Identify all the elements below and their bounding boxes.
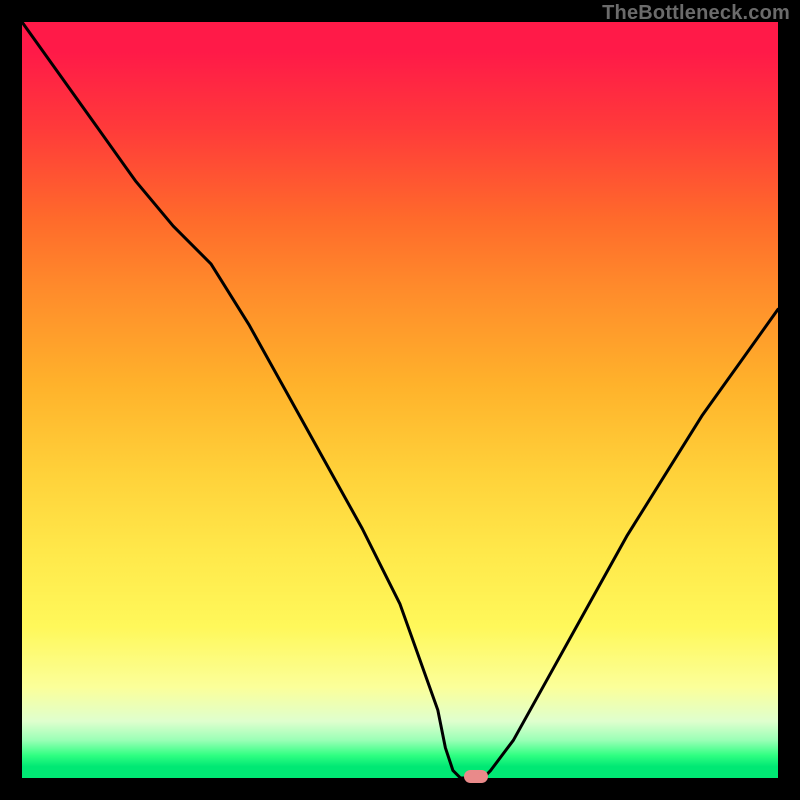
bottleneck-curve xyxy=(22,22,778,778)
plot-area xyxy=(22,22,778,778)
watermark-text: TheBottleneck.com xyxy=(602,2,790,25)
optimal-marker xyxy=(464,770,488,783)
chart-container: TheBottleneck.com xyxy=(0,0,800,800)
